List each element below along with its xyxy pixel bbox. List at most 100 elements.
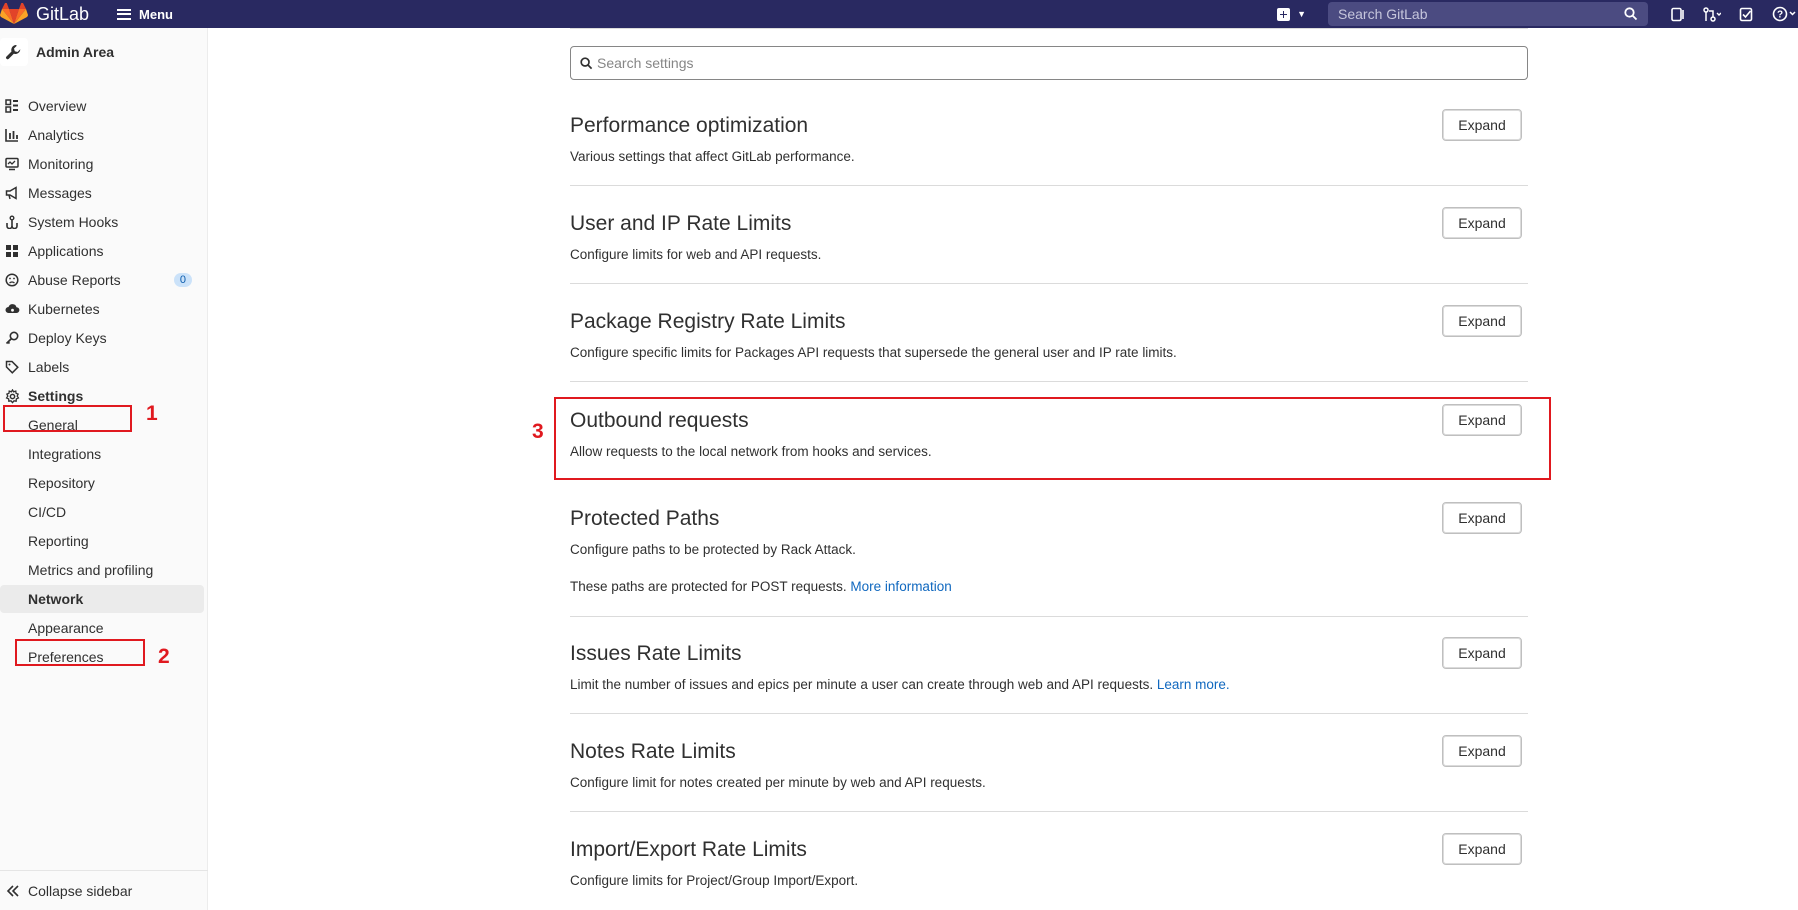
sidebar-item-label: Labels	[28, 359, 70, 375]
settings-section-notes-rate-limits: Notes Rate Limits Configure limit for no…	[570, 735, 1528, 791]
expand-button[interactable]: Expand	[1442, 833, 1522, 865]
sidebar-item-applications[interactable]: Applications	[0, 237, 208, 265]
chevron-down-icon: ▼	[1297, 9, 1306, 19]
section-divider	[570, 811, 1528, 812]
sidebar-subitem-metrics-and-profiling[interactable]: Metrics and profiling	[0, 556, 208, 584]
hamburger-icon	[117, 8, 132, 20]
expand-button[interactable]: Expand	[1442, 305, 1522, 337]
section-description: Various settings that affect GitLab perf…	[570, 149, 855, 164]
help-icon[interactable]: ?	[1772, 6, 1798, 22]
abuse-reports-count-badge: 0	[173, 273, 192, 287]
sidebar-item-label: Settings	[28, 388, 84, 404]
settings-section-issues-rate-limits: Issues Rate Limits Limit the number of i…	[570, 637, 1528, 693]
section-divider	[570, 381, 1528, 382]
annotation-number-3: 3	[532, 420, 544, 443]
menu-button[interactable]: Menu	[117, 7, 173, 22]
expand-button[interactable]: Expand	[1442, 735, 1522, 767]
sidebar-subitem-repository[interactable]: Repository	[0, 469, 208, 497]
top-navbar: GitLab Menu ▼ ?	[0, 0, 1798, 28]
collapse-sidebar-button[interactable]: Collapse sidebar	[0, 870, 208, 910]
cloud-gear-icon	[2, 302, 22, 316]
more-information-link[interactable]: More information	[850, 579, 951, 594]
settings-section-user-ip-rate-limits: User and IP Rate Limits Configure limits…	[570, 207, 1528, 263]
section-title: Outbound requests	[570, 409, 749, 432]
sidebar-subitem-integrations[interactable]: Integrations	[0, 440, 208, 468]
chevron-double-left-icon	[6, 884, 20, 897]
section-divider	[570, 185, 1528, 186]
brand-name: GitLab	[36, 3, 90, 24]
expand-button[interactable]: Expand	[1442, 502, 1522, 534]
chart-icon	[2, 128, 22, 142]
section-description: Limit the number of issues and epics per…	[570, 676, 1528, 693]
section-description: Configure paths to be protected by Rack …	[570, 542, 856, 557]
gitlab-tanuki-icon	[0, 3, 28, 24]
section-title: Notes Rate Limits	[570, 740, 736, 763]
expand-button[interactable]: Expand	[1442, 109, 1522, 141]
admin-wrench-icon	[0, 38, 28, 66]
sidebar-subitem-ci-cd[interactable]: CI/CD	[0, 498, 208, 526]
sidebar-item-label: Applications	[28, 243, 104, 259]
sidebar-item-analytics[interactable]: Analytics	[0, 121, 208, 149]
annotation-box-network	[15, 639, 145, 666]
sidebar-item-abuse-reports[interactable]: Abuse Reports 0	[0, 266, 208, 294]
section-extra-label: These paths are protected for POST reque…	[570, 579, 847, 594]
sidebar-subitem-network[interactable]: Network	[0, 585, 204, 613]
settings-section-import-export-rate-limits: Import/Export Rate Limits Configure limi…	[570, 833, 1528, 889]
context-title: Admin Area	[36, 44, 115, 60]
sidebar-item-label: Abuse Reports	[28, 272, 121, 288]
settings-search-input[interactable]	[597, 55, 1497, 71]
section-title: Issues Rate Limits	[570, 642, 742, 665]
section-description: Configure limit for notes created per mi…	[570, 775, 986, 790]
sidebar-subitem-label: Integrations	[28, 446, 102, 462]
section-description: Configure limits for Project/Group Impor…	[570, 873, 859, 888]
merge-request-icon[interactable]	[1703, 6, 1721, 22]
sidebar-item-overview[interactable]: Overview	[0, 92, 208, 120]
section-divider	[570, 616, 1528, 617]
section-title: Import/Export Rate Limits	[570, 838, 807, 861]
search-icon	[580, 57, 593, 70]
section-extra-text: These paths are protected for POST reque…	[570, 578, 1528, 595]
global-search[interactable]	[1328, 2, 1648, 26]
sidebar-item-monitoring[interactable]: Monitoring	[0, 150, 208, 178]
annotation-number-2: 2	[158, 645, 170, 668]
settings-section-protected-paths: Protected Paths Configure paths to be pr…	[570, 502, 1528, 595]
collapse-sidebar-label: Collapse sidebar	[28, 882, 133, 899]
section-divider	[570, 283, 1528, 284]
settings-icon	[2, 388, 22, 404]
section-description: Configure limits for web and API request…	[570, 247, 822, 262]
section-divider	[570, 713, 1528, 714]
annotation-box-settings	[3, 405, 132, 432]
expand-button[interactable]: Expand	[1442, 637, 1522, 669]
hook-icon	[2, 215, 22, 229]
expand-button[interactable]: Expand	[1442, 404, 1522, 436]
section-title: Protected Paths	[570, 507, 720, 530]
settings-section-package-registry-rate-limits: Package Registry Rate Limits Configure s…	[570, 305, 1528, 361]
sidebar-item-label: Analytics	[28, 127, 85, 143]
menu-label: Menu	[139, 6, 173, 22]
sidebar-item-kubernetes[interactable]: Kubernetes	[0, 295, 208, 323]
sidebar-subitem-label: Repository	[28, 475, 95, 491]
settings-section-outbound-requests: Outbound requests Allow requests to the …	[570, 404, 1528, 460]
settings-search[interactable]	[570, 46, 1528, 80]
sidebar-item-labels[interactable]: Labels	[0, 353, 208, 381]
sidebar-item-deploy-keys[interactable]: Deploy Keys	[0, 324, 208, 352]
gitlab-logo[interactable]: GitLab	[0, 0, 89, 28]
sidebar-item-system-hooks[interactable]: System Hooks	[0, 208, 208, 236]
sidebar-context-header[interactable]: Admin Area	[0, 28, 207, 76]
expand-button[interactable]: Expand	[1442, 207, 1522, 239]
sidebar-item-messages[interactable]: Messages	[0, 179, 208, 207]
sidebar-item-label: Overview	[28, 98, 87, 114]
learn-more-link[interactable]: Learn more.	[1157, 677, 1230, 692]
sidebar-subitem-appearance[interactable]: Appearance	[0, 614, 208, 642]
sidebar-subitem-reporting[interactable]: Reporting	[0, 527, 208, 555]
sidebar-subitem-label: Reporting	[28, 533, 89, 549]
settings-section-performance-optimization: Performance optimization Various setting…	[570, 109, 1528, 165]
sidebar-item-label: Monitoring	[28, 156, 94, 172]
applications-icon	[2, 244, 22, 258]
todo-icon[interactable]	[1739, 7, 1754, 22]
sidebar-item-label: Messages	[28, 185, 92, 201]
global-search-input[interactable]	[1328, 6, 1608, 22]
new-dropdown-button[interactable]: ▼	[1277, 7, 1306, 21]
issues-icon[interactable]	[1670, 7, 1685, 22]
slight-frown-icon	[2, 273, 22, 287]
